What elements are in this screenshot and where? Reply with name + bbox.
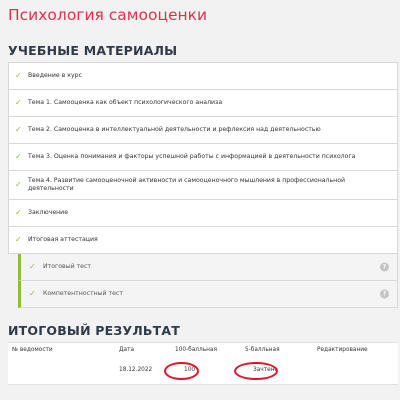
check-icon: ✓ [15, 208, 22, 218]
page-title: Психология самооценки [8, 6, 208, 24]
material-item-intro[interactable]: ✓ Введение в курс [8, 63, 398, 90]
check-icon: ✓ [15, 180, 22, 190]
material-item-topic-1[interactable]: ✓ Тема 1. Самооценка как объект психолог… [8, 90, 398, 117]
table-row: 18.12.2022 100 Зачтено [8, 358, 398, 385]
material-item-conclusion[interactable]: ✓ Заключение [8, 200, 398, 227]
column-header-date: Дата [119, 347, 135, 353]
material-item-label: Тема 3. Оценка понимания и факторы успеш… [28, 153, 356, 160]
column-header-score100: 100-балльная [175, 347, 217, 353]
material-item-label: Введение в курс [28, 72, 82, 79]
material-item-label: Заключение [28, 209, 68, 216]
check-icon: ✓ [15, 235, 22, 245]
cell-date: 18.12.2022 [119, 367, 153, 373]
result-section-title: ИТОГОВЫЙ РЕЗУЛЬТАТ [8, 323, 180, 338]
materials-section-title: УЧЕБНЫЕ МАТЕРИАЛЫ [8, 43, 178, 58]
sub-item-label: Итоговый тест [43, 263, 91, 270]
material-item-final-attestation[interactable]: ✓ Итоговая аттестация [8, 227, 398, 254]
help-icon[interactable]: ? [380, 289, 389, 299]
check-icon: ✓ [29, 289, 36, 299]
material-item-label: Тема 1. Самооценка как объект психологич… [28, 99, 223, 106]
column-header-score5: 5-балльная [245, 347, 280, 353]
material-item-label: Тема 4. Развитие самооценочной активност… [28, 177, 346, 192]
sub-item-label: Компетентностный тест [43, 290, 123, 297]
material-item-topic-3[interactable]: ✓ Тема 3. Оценка понимания и факторы усп… [8, 144, 398, 171]
highlight-oval-grade [234, 362, 278, 380]
check-icon: ✓ [15, 71, 22, 81]
sub-item-final-test[interactable]: ✓ Итоговый тест ? [18, 254, 398, 281]
sub-item-competency-test[interactable]: ✓ Компетентностный тест ? [18, 281, 398, 308]
material-item-label: Итоговая аттестация [28, 236, 98, 243]
column-header-edit: Редактирование [317, 347, 368, 353]
check-icon: ✓ [15, 125, 22, 135]
check-icon: ✓ [15, 152, 22, 162]
materials-list: ✓ Введение в курс ✓ Тема 1. Самооценка к… [8, 62, 398, 308]
column-header-number: № ведомости [12, 347, 53, 353]
help-icon[interactable]: ? [380, 262, 389, 272]
check-icon: ✓ [15, 98, 22, 108]
material-item-topic-4[interactable]: ✓ Тема 4. Развитие самооценочной активно… [8, 171, 398, 200]
check-icon: ✓ [29, 262, 36, 272]
material-item-label: Тема 2. Самооценка в интеллектуальной де… [28, 126, 321, 133]
highlight-oval-score [164, 362, 199, 380]
material-item-topic-2[interactable]: ✓ Тема 2. Самооценка в интеллектуальной … [8, 117, 398, 144]
